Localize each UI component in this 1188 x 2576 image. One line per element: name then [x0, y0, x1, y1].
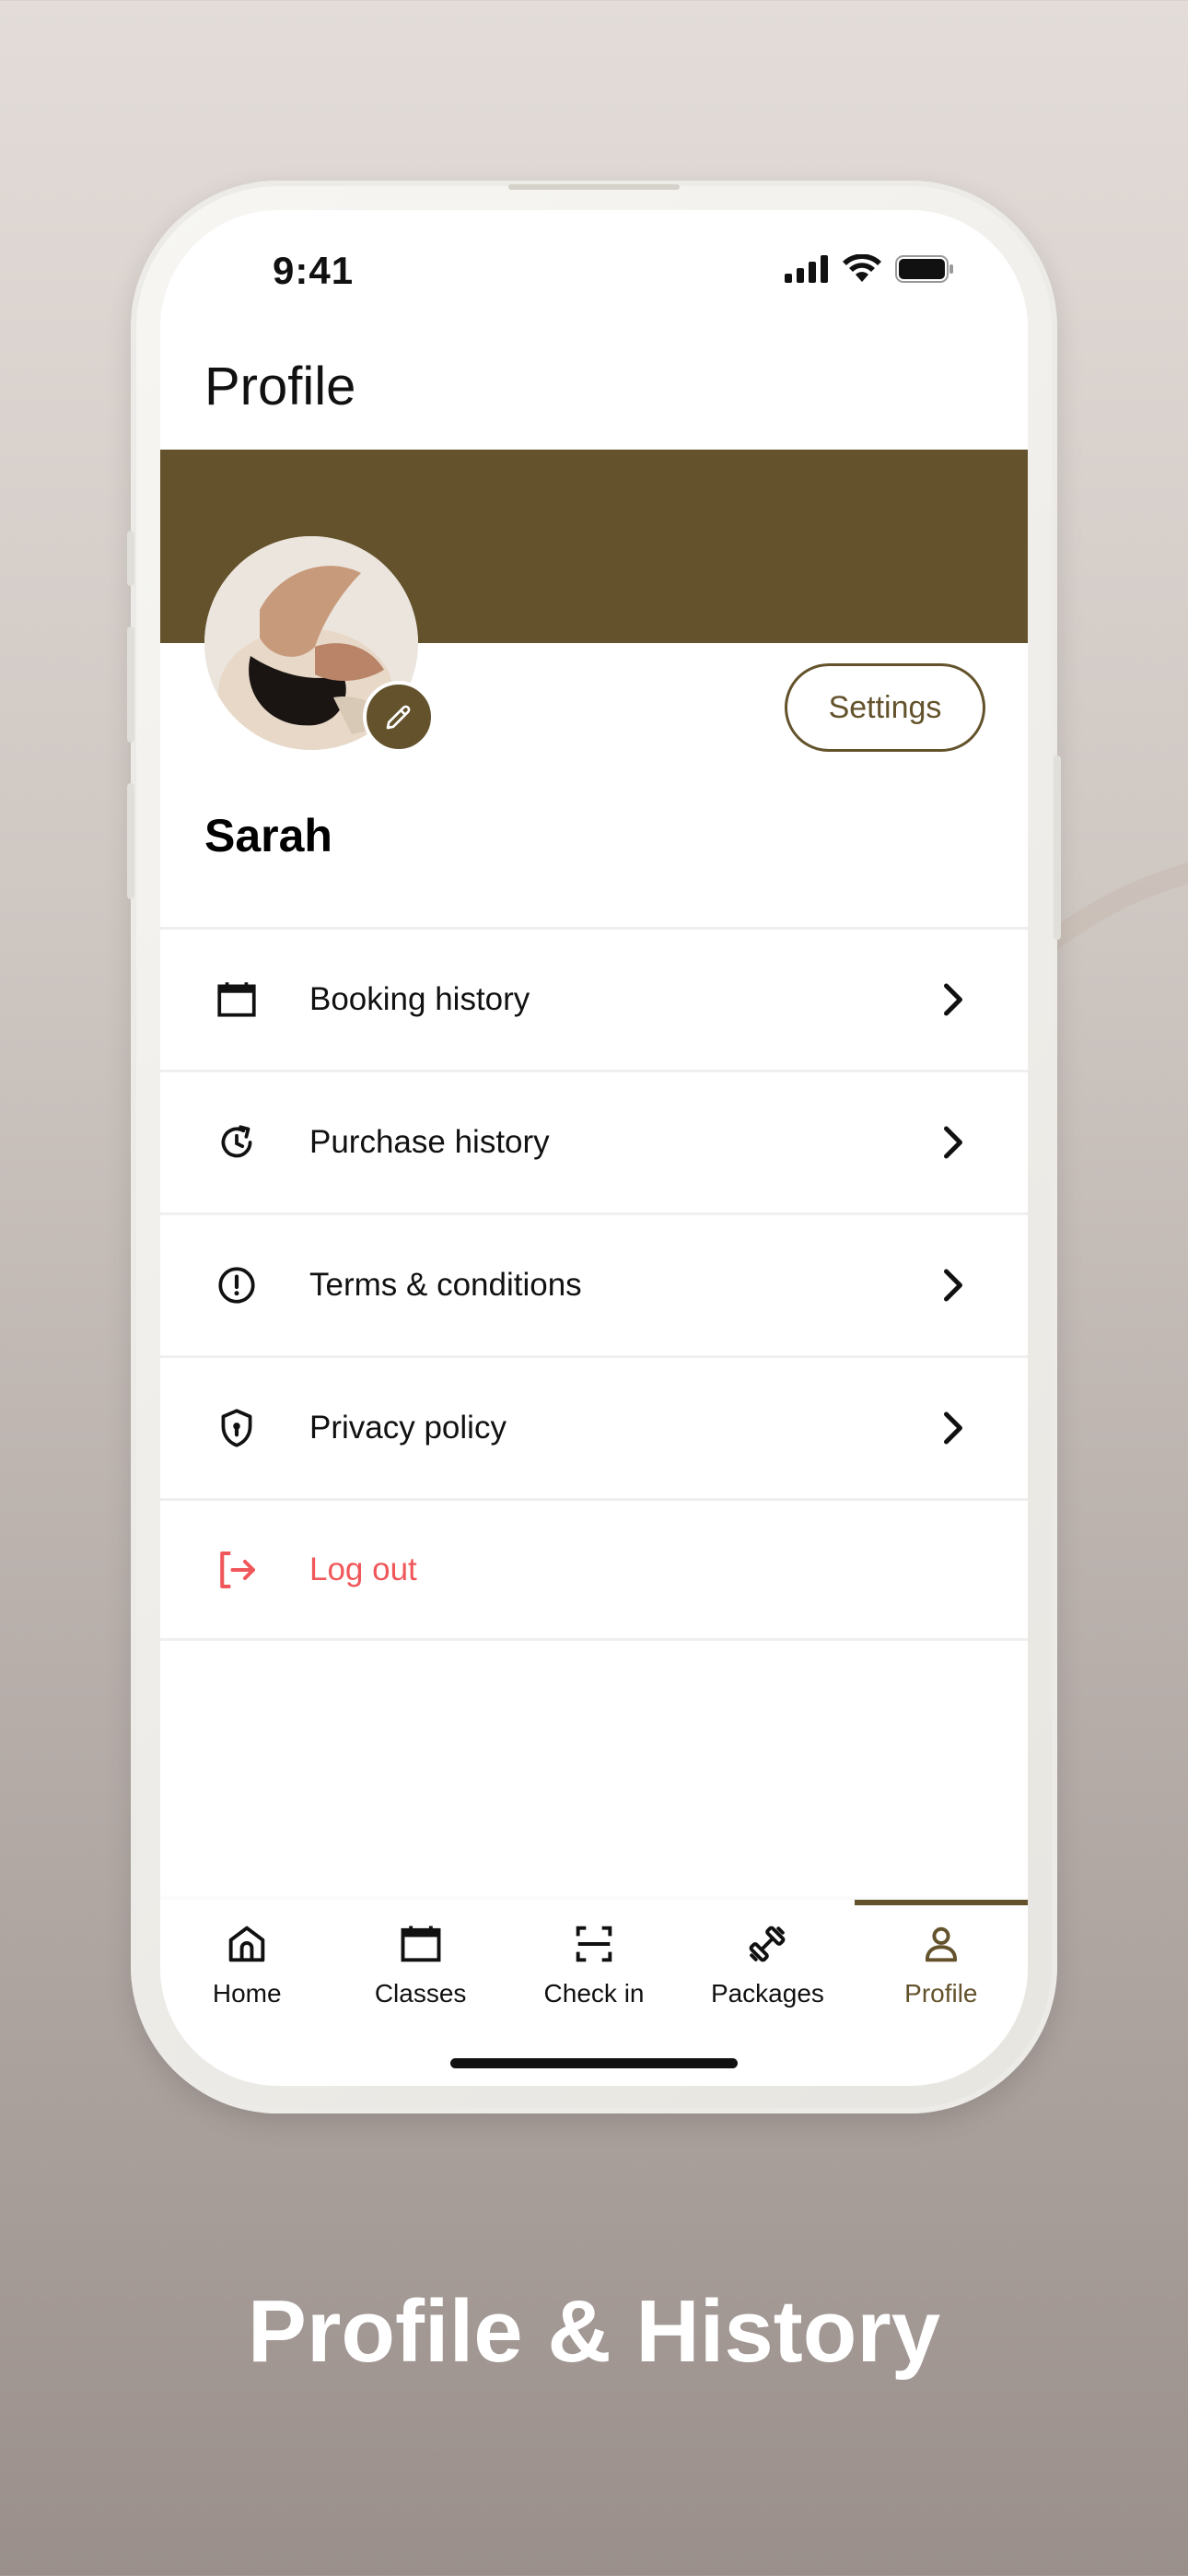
tab-classes[interactable]: Classes — [333, 1900, 507, 2038]
tab-label: Profile — [904, 1979, 978, 2008]
tab-bar: Home Classes Check in Packages Profile — [160, 1900, 1028, 2038]
menu-item-label: Booking history — [309, 981, 530, 1017]
page-title: Profile — [204, 357, 356, 416]
chevron-right-icon — [944, 983, 962, 1016]
menu-item-label: Terms & conditions — [309, 1267, 582, 1303]
phone-side-button — [127, 783, 134, 899]
phone-side-button — [127, 531, 134, 586]
tab-check-in[interactable]: Check in — [507, 1900, 681, 2038]
scan-icon — [576, 1926, 612, 1962]
profile-name: Sarah — [204, 810, 332, 861]
info-alert-icon — [212, 1260, 262, 1310]
settings-button[interactable]: Settings — [785, 663, 985, 752]
menu-item-log-out[interactable]: Log out — [160, 1498, 1028, 1641]
tab-label: Packages — [710, 1979, 824, 2008]
chevron-right-icon — [944, 1269, 962, 1302]
chevron-right-icon — [944, 1126, 962, 1159]
menu-item-purchase-history[interactable]: Purchase history — [160, 1070, 1028, 1212]
phone-speaker-slot — [508, 184, 680, 190]
history-icon — [212, 1118, 262, 1167]
menu-item-booking-history[interactable]: Booking history — [160, 927, 1028, 1070]
profile-menu: Booking history Purchase history Terms &… — [160, 927, 1028, 1641]
marketing-caption: Profile & History — [247, 2282, 941, 2381]
menu-item-terms-conditions[interactable]: Terms & conditions — [160, 1212, 1028, 1355]
menu-item-label: Log out — [309, 1551, 417, 1587]
tab-label: Check in — [543, 1979, 645, 2008]
tab-home[interactable]: Home — [160, 1900, 333, 2038]
battery-icon — [895, 255, 953, 283]
tab-packages[interactable]: Packages — [681, 1900, 854, 2038]
edit-avatar-button[interactable] — [363, 681, 435, 753]
menu-item-label: Purchase history — [309, 1124, 550, 1160]
home-icon — [228, 1926, 265, 1962]
pencil-icon — [386, 705, 411, 730]
app-screen: 9:41 Profile Settings Sarah Booking hist… — [160, 210, 1028, 2086]
shield-lock-icon — [212, 1403, 262, 1453]
menu-item-privacy-policy[interactable]: Privacy policy — [160, 1355, 1028, 1498]
wifi-icon — [843, 254, 881, 282]
dumbbell-icon — [749, 1926, 786, 1962]
home-indicator[interactable] — [450, 2058, 738, 2068]
calendar-icon — [401, 1926, 441, 1962]
logout-icon — [212, 1545, 262, 1595]
calendar-icon — [212, 975, 262, 1025]
tab-label: Classes — [374, 1979, 467, 2008]
status-time: 9:41 — [273, 249, 355, 292]
cellular-signal-icon — [785, 255, 828, 283]
chevron-right-icon — [944, 1411, 962, 1445]
tab-profile[interactable]: Profile — [854, 1900, 1028, 2038]
status-bar: 9:41 — [160, 210, 1028, 330]
phone-side-button — [1054, 755, 1061, 940]
person-icon — [925, 1926, 957, 1962]
status-icons — [785, 254, 954, 284]
menu-item-label: Privacy policy — [309, 1410, 507, 1446]
tab-label: Home — [212, 1979, 282, 2008]
phone-side-button — [127, 626, 134, 743]
